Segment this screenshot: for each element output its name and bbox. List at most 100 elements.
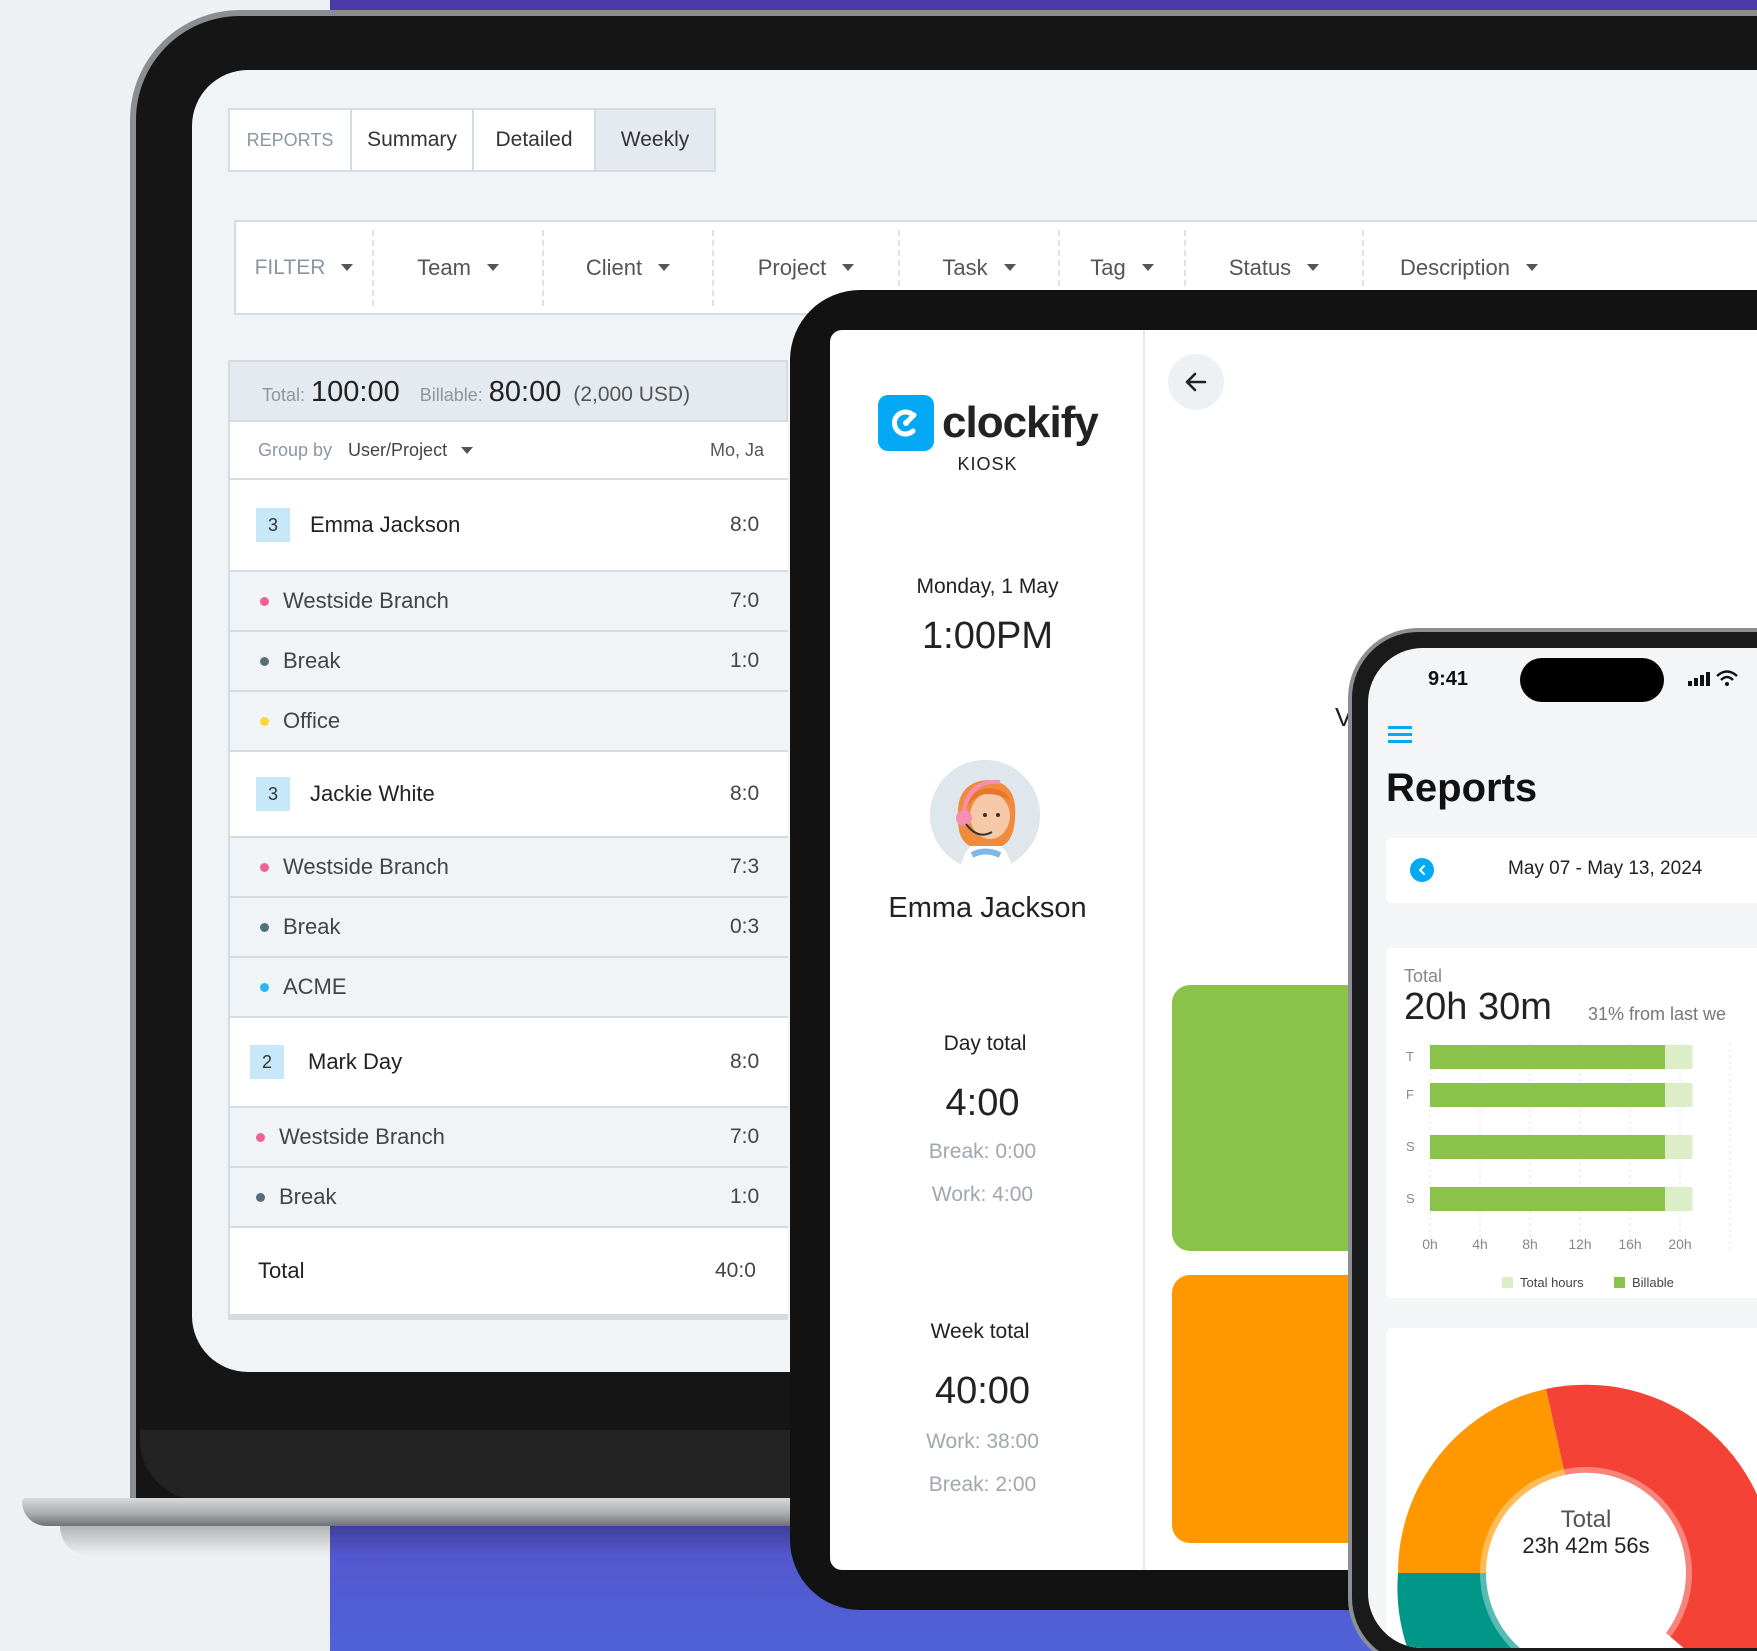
count-badge: 2: [250, 1045, 284, 1079]
kiosk-date: Monday, 1 May: [916, 575, 1059, 598]
change-from-last-week: 31% from last we: [1588, 1004, 1727, 1024]
bar-billable: [1430, 1187, 1665, 1211]
filter-client-label: Client: [585, 254, 643, 280]
brand-name: clockify: [942, 398, 1099, 447]
page-title: Reports: [1386, 766, 1538, 810]
table-row[interactable]: 3 Jackie White 8:0: [228, 752, 788, 838]
report-tabs: REPORTS Summary Detailed Weekly: [228, 108, 716, 172]
table-row[interactable]: Break 1:0: [228, 1168, 788, 1228]
day-work: Work: 4:00: [931, 1183, 1034, 1206]
filter-menu[interactable]: FILTER: [236, 229, 374, 306]
x-tick-label: 12h: [1568, 1236, 1591, 1252]
project-color-dot: [260, 716, 269, 726]
table-row[interactable]: 3 Emma Jackson 8:0: [228, 480, 788, 572]
count-badge: 3: [256, 777, 290, 811]
table-row[interactable]: 2 Mark Day 8:0: [228, 1018, 788, 1108]
filter-client[interactable]: Client: [544, 229, 714, 306]
chevron-left-icon: [1418, 865, 1425, 875]
date-range[interactable]: May 07 - May 13, 2024: [1508, 858, 1702, 880]
x-tick-label: 0h: [1422, 1236, 1438, 1252]
chevron-down-icon: [1307, 264, 1320, 271]
chevron-down-icon: [461, 446, 474, 454]
legend-swatch-billable: [1614, 1277, 1625, 1288]
avatar: [930, 760, 1040, 870]
project-color-dot: [260, 656, 269, 666]
user-name: Jackie White: [310, 781, 435, 806]
status-icons: [1688, 670, 1738, 689]
row-value: 8:0: [730, 782, 760, 805]
table-row[interactable]: Westside Branch 7:0: [228, 572, 788, 632]
category-label: S: [1406, 1191, 1415, 1206]
filter-tag-label: Tag: [1090, 254, 1126, 280]
x-tick-label: 8h: [1522, 1236, 1538, 1252]
break-button[interactable]: [1172, 1275, 1372, 1543]
row-value: 7:3: [730, 855, 760, 878]
menu-icon[interactable]: [1388, 726, 1412, 744]
week-work: Work: 38:00: [926, 1430, 1039, 1453]
table-row[interactable]: Office: [228, 692, 788, 752]
chevron-down-icon: [486, 264, 499, 271]
user-name: Emma Jackson: [310, 512, 461, 537]
project-color-dot: [260, 862, 269, 872]
chevron-down-icon: [1526, 264, 1539, 271]
group-by-select[interactable]: User/Project: [348, 439, 474, 461]
total-row-value: 40:0: [715, 1259, 756, 1282]
x-tick-label: 4h: [1472, 1236, 1488, 1252]
billable-amount: (2,000 USD): [573, 383, 691, 406]
table-row[interactable]: Westside Branch 7:0: [228, 1108, 788, 1168]
project-name: Break: [283, 648, 341, 673]
project-color-dot: [256, 1132, 265, 1142]
group-by-value: User/Project: [348, 439, 448, 460]
table-row[interactable]: Westside Branch 7:3: [228, 838, 788, 898]
count-badge: 3: [256, 508, 290, 542]
report-table: 3 Emma Jackson 8:0 Westside Branch 7:0 Brea…: [228, 480, 788, 1320]
row-value: 1:0: [730, 649, 760, 672]
kiosk-time: 1:00PM: [922, 615, 1053, 657]
day-total-value: 4:00: [945, 1082, 1020, 1124]
table-row[interactable]: ACME: [228, 958, 788, 1018]
kiosk-label: KIOSK: [957, 454, 1018, 474]
wifi-icon: [1716, 670, 1738, 686]
signal-icon: [1688, 672, 1710, 686]
x-tick-label: 20h: [1668, 1236, 1691, 1252]
back-button[interactable]: [1168, 354, 1224, 410]
project-color-dot: [260, 982, 269, 992]
billable-value: 80:00: [488, 376, 562, 408]
phone-screen: 9:41 Reports May 07 - May 13, 2024 Total…: [1368, 648, 1757, 1648]
tab-detailed[interactable]: Detailed: [472, 110, 594, 170]
total-row-label: Total: [258, 1258, 305, 1283]
project-name: Westside Branch: [283, 854, 449, 879]
status-time: 9:41: [1428, 668, 1469, 690]
legend-swatch-total: [1502, 1277, 1513, 1288]
billable-label: Billable:: [419, 385, 483, 405]
tab-weekly[interactable]: Weekly: [594, 110, 714, 170]
legend-total-hours: Total hours: [1520, 1275, 1584, 1290]
dynamic-island: [1520, 658, 1664, 702]
filter-status-label: Status: [1228, 254, 1292, 280]
filter-team-label: Team: [417, 254, 471, 280]
project-name: Break: [283, 914, 341, 939]
row-value: 8:0: [730, 513, 760, 536]
total-value: 100:00: [311, 376, 400, 408]
category-label: F: [1406, 1087, 1414, 1102]
chart-total-label: Total: [1404, 966, 1443, 986]
week-break: Break: 2:00: [928, 1473, 1037, 1496]
tab-reports: REPORTS: [246, 129, 334, 150]
row-value: 7:0: [730, 1125, 760, 1148]
tab-summary[interactable]: Summary: [350, 110, 472, 170]
kiosk-sidebar: clockify KIOSK Monday, 1 May 1:00PM Emma…: [830, 330, 1145, 1570]
kiosk-user-name: Emma Jackson: [888, 892, 1087, 924]
x-tick-label: 16h: [1618, 1236, 1641, 1252]
donut-total-label: Total: [1560, 1506, 1612, 1533]
project-name: Break: [279, 1184, 337, 1209]
table-row[interactable]: Break 0:3: [228, 898, 788, 958]
filter-team[interactable]: Team: [374, 229, 544, 306]
filter-task-label: Task: [942, 254, 988, 280]
clock-in-button[interactable]: [1172, 985, 1372, 1251]
day-break: Break: 0:00: [928, 1140, 1037, 1163]
donut-total-value: 23h 42m 56s: [1522, 1533, 1650, 1558]
column-header-date: Mo, Ja: [710, 439, 765, 460]
filter-description-label: Description: [1399, 254, 1511, 280]
table-row[interactable]: Break 1:0: [228, 632, 788, 692]
prev-week-button[interactable]: [1410, 858, 1434, 882]
